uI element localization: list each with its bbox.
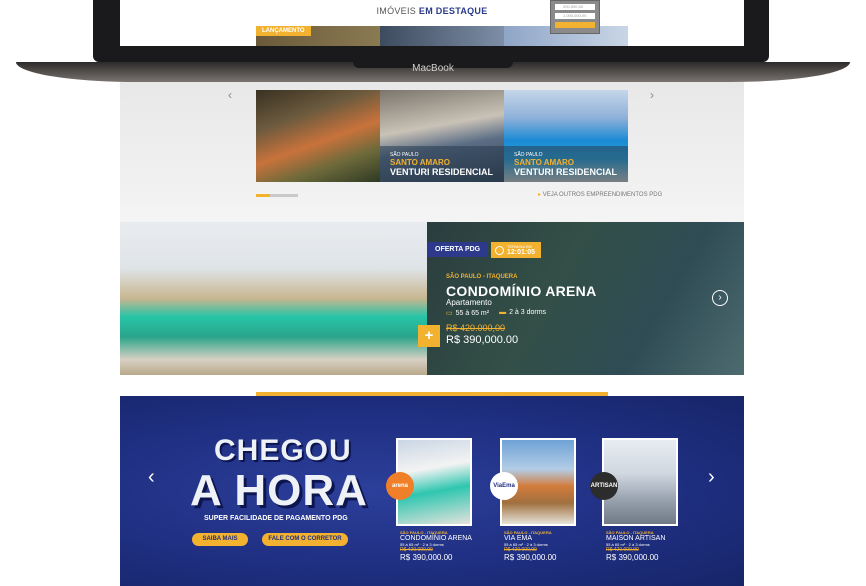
area-icon: ▭: [446, 310, 453, 317]
promo-subtitle: SUPER FACILIDADE DE PAGAMENTO PDG: [204, 515, 348, 522]
promo-card-info: SÃO PAULO - ITAQUERA MAISON ARTISAN 55 à…: [606, 530, 666, 562]
price-filter[interactable]: 200.000,00 1.000.000,00: [550, 0, 600, 34]
new-price: R$ 390,000.00: [446, 334, 519, 346]
property-card[interactable]: [256, 90, 380, 182]
website-page: ‹ › SÃO PAULO SANTO AMARO VENTURI RESIDE…: [120, 82, 744, 586]
offer-banner: OFERTA PDG TERMINA EM 12:01:05 SÃO PAULO…: [120, 222, 744, 375]
prev-arrow-icon[interactable]: ‹: [228, 88, 232, 102]
property-card[interactable]: SÃO PAULO SANTO AMARO VENTURI RESIDENCIA…: [504, 90, 628, 182]
learn-more-button[interactable]: SAIBA MAIS: [192, 533, 248, 546]
property-info: SÃO PAULO SANTO AMARO VENTURI RESIDENCIA…: [504, 146, 628, 182]
price-range-bar[interactable]: [555, 22, 595, 28]
offer-timer: TERMINA EM 12:01:05: [491, 242, 542, 258]
featured-card[interactable]: LANÇAMENTO: [256, 26, 380, 46]
carousel-dot[interactable]: [270, 194, 284, 197]
carousel-dot[interactable]: [256, 194, 270, 197]
promo-headline-2: A HORA: [190, 466, 368, 515]
carousel-dot[interactable]: [284, 194, 298, 197]
offer-specs: ▭ 55 à 65 m² ▬ 2 à 3 dorms: [446, 309, 547, 317]
featured-heading: IMÓVEIS EM DESTAQUE: [376, 6, 488, 16]
property-info: SÃO PAULO SANTO AMARO VENTURI RESIDENCIA…: [380, 146, 504, 182]
offer-photo-pool: [120, 222, 427, 375]
brand-logo: arena: [386, 472, 414, 500]
contact-broker-button[interactable]: FALE COM O CORRETOR: [262, 533, 348, 546]
next-arrow-icon[interactable]: ›: [650, 88, 654, 102]
featured-section: ‹ › SÃO PAULO SANTO AMARO VENTURI RESIDE…: [120, 82, 744, 222]
property-photo: [256, 90, 380, 182]
laptop-screen: IMÓVEIS EM DESTAQUE LANÇAMENTO 200.000,0…: [120, 0, 744, 46]
property-card[interactable]: SÃO PAULO SANTO AMARO VENTURI RESIDENCIA…: [380, 90, 504, 182]
promo-headline-1: CHEGOU: [214, 434, 352, 467]
offer-tag: OFERTA PDG: [427, 242, 489, 257]
carousel-dots: [256, 194, 298, 197]
next-offer-button[interactable]: ›: [712, 290, 728, 306]
more-details-button[interactable]: +: [418, 325, 440, 347]
offer-type: Apartamento: [446, 298, 492, 307]
promo-prev-arrow[interactable]: ‹: [148, 466, 155, 489]
price-max: 1.000.000,00: [555, 13, 595, 19]
promo-banner: ‹ › CHEGOU A HORA SUPER FACILIDADE DE PA…: [120, 396, 744, 586]
clock-icon: [495, 246, 504, 255]
offer-title: CONDOMÍNIO ARENA: [446, 283, 597, 299]
promo-card-info: SÃO PAULO - ITAQUERA CONDOMÍNIO ARENA 55…: [400, 530, 472, 562]
bed-icon: ▬: [499, 309, 507, 316]
price-min: 200.000,00: [555, 4, 595, 10]
brand-logo: ViaEma: [490, 472, 518, 500]
offer-city: SÃO PAULO - ITAQUERA: [446, 274, 518, 280]
promo-card-info: SÃO PAULO - ITAQUERA VIA EMA 55 à 65 m² …: [504, 530, 557, 562]
promo-next-arrow[interactable]: ›: [708, 466, 715, 489]
laptop-brand-label: MacBook: [412, 63, 454, 74]
arrow-icon: ▸: [538, 192, 542, 198]
brand-logo: ARTISAN: [590, 472, 618, 500]
see-more-link[interactable]: ▸ VEJA OUTROS EMPREENDIMENTOS PDG: [538, 191, 662, 198]
launch-badge: LANÇAMENTO: [256, 26, 311, 36]
old-price: R$ 420.000,00: [446, 323, 506, 333]
featured-card[interactable]: [380, 26, 504, 46]
